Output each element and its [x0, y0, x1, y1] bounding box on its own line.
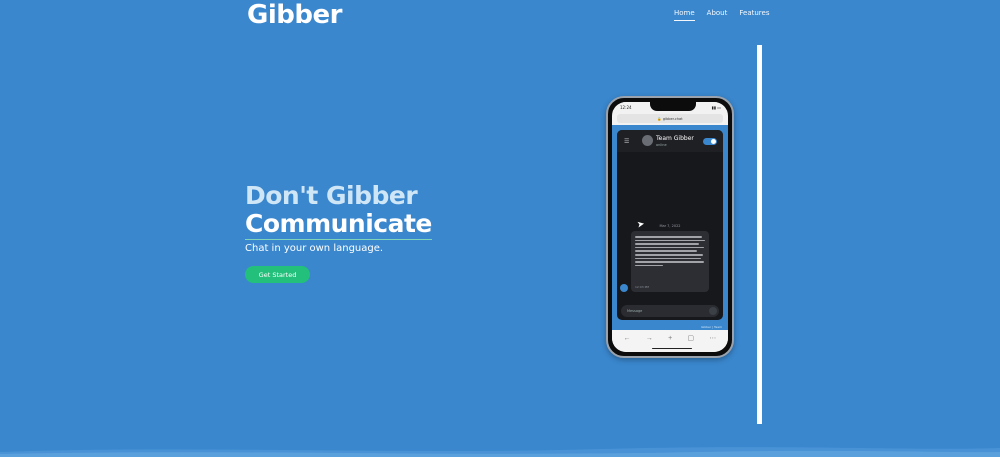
message-text-line [635, 243, 700, 245]
message-text-line [635, 246, 704, 249]
message-time: 12:03 PM [635, 285, 649, 289]
add-icon: + [668, 334, 673, 342]
nav-home[interactable]: Home [674, 9, 695, 21]
phone-screen: 12:24 ▮▮ ▭ 🔒 gibber.chat ☰ Team Gibber o… [612, 102, 728, 352]
browser-url-bar: 🔒 gibber.chat [617, 114, 723, 123]
message-placeholder: Message [627, 309, 643, 313]
nav-about[interactable]: About [707, 9, 728, 21]
brand-logo[interactable]: Gibber [247, 0, 342, 30]
message-text-line [635, 264, 663, 267]
nav-features[interactable]: Features [739, 9, 769, 21]
message-text-line [635, 250, 697, 252]
language-toggle [703, 138, 717, 145]
cursor-icon: ➤ [636, 218, 646, 230]
date-separator: Mar 7, 2022 [659, 224, 681, 228]
menu-icon: ☰ [624, 139, 630, 145]
message-text-line [635, 239, 705, 242]
chat-title: Team Gibber [656, 135, 694, 142]
scrollbar[interactable] [757, 45, 762, 424]
message-text-line [635, 236, 703, 238]
avatar [642, 135, 653, 146]
sender-avatar [620, 284, 628, 292]
message-bubble: 12:03 PM [631, 231, 709, 292]
chat-header: ☰ Team Gibber online [617, 130, 723, 152]
message-input: Message [621, 305, 719, 317]
hero-section: Don't Gibber Communicate Chat in your ow… [245, 181, 432, 254]
home-indicator [652, 347, 692, 349]
message-text-line [635, 257, 701, 260]
forward-icon: → [645, 334, 653, 342]
more-icon: ⋯ [709, 335, 717, 342]
tabs-icon: ▢ [687, 335, 695, 342]
get-started-button[interactable]: Get Started [245, 266, 310, 283]
hero-title-line1: Don't Gibber [245, 181, 418, 210]
bottom-wave [0, 447, 1000, 457]
powered-by: Gibber | Team [701, 325, 722, 329]
phone-notch [650, 102, 696, 111]
phone-page: ☰ Team Gibber online Mar 7, 2022 12:03 P… [612, 125, 728, 330]
hero-title-line2: Communicate [245, 209, 432, 240]
back-icon: ← [623, 334, 631, 342]
top-nav: Home About Features [674, 9, 769, 21]
message-text-line [635, 261, 705, 263]
phone-mockup: 12:24 ▮▮ ▭ 🔒 gibber.chat ☰ Team Gibber o… [606, 96, 734, 358]
status-time: 12:24 [620, 105, 632, 110]
url-text: gibber.chat [662, 116, 683, 121]
chat-window: ☰ Team Gibber online Mar 7, 2022 12:03 P… [617, 130, 723, 320]
send-icon [709, 307, 717, 315]
chat-status: online [656, 143, 667, 147]
battery-icon: ▮▮ ▭ [711, 105, 721, 110]
hero-subtitle: Chat in your own language. [245, 243, 384, 254]
message-text-line [635, 253, 703, 256]
